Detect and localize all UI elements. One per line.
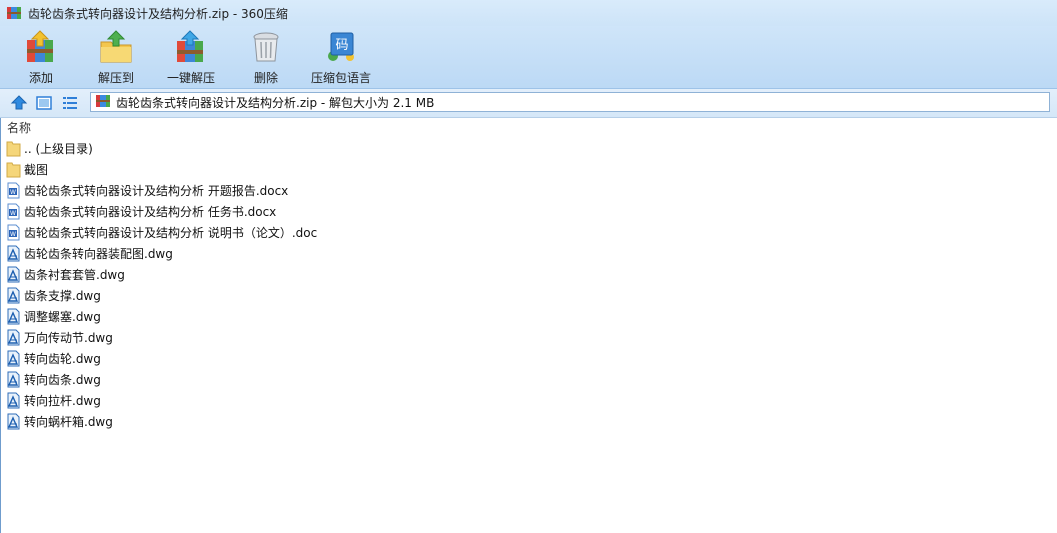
folder-icon bbox=[6, 140, 21, 157]
column-header-name[interactable]: 名称 bbox=[1, 118, 1057, 138]
list-item[interactable]: 截图 bbox=[1, 159, 1057, 180]
file-list: 名称 .. (上级目录) 截图 W 齿轮齿条式转向器设计及结构分析 开题报告.docx… bbox=[0, 118, 1057, 533]
dwg-file-icon bbox=[6, 329, 21, 346]
folder-icon bbox=[6, 161, 21, 178]
list-item[interactable]: 万向传动节.dwg bbox=[1, 327, 1057, 348]
list-item-name: .. (上级目录) bbox=[24, 142, 93, 156]
list-item[interactable]: 齿条支撑.dwg bbox=[1, 285, 1057, 306]
zip-archive-icon bbox=[95, 94, 111, 111]
title-bar: 齿轮齿条式转向器设计及结构分析.zip - 360压缩 bbox=[0, 0, 1057, 26]
list-item[interactable]: 转向拉杆.dwg bbox=[1, 390, 1057, 411]
list-item[interactable]: 调整螺塞.dwg bbox=[1, 306, 1057, 327]
list-item-name: 齿轮齿条式转向器设计及结构分析 开题报告.docx bbox=[24, 184, 289, 198]
list-item-name: 截图 bbox=[24, 163, 49, 177]
add-button[interactable]: 添加 bbox=[3, 28, 79, 86]
word-document-icon: W bbox=[6, 224, 21, 241]
list-item-name: 齿条衬套套管.dwg bbox=[24, 268, 125, 282]
dwg-file-icon bbox=[6, 392, 21, 409]
dwg-file-icon bbox=[6, 245, 21, 262]
list-item[interactable]: W 齿轮齿条式转向器设计及结构分析 任务书.docx bbox=[1, 201, 1057, 222]
list-item[interactable]: 转向齿条.dwg bbox=[1, 369, 1057, 390]
one-click-extract-button[interactable]: 一键解压 bbox=[153, 28, 229, 86]
one-click-extract-label: 一键解压 bbox=[166, 71, 215, 85]
delete-button[interactable]: 删除 bbox=[228, 28, 304, 86]
word-document-icon: W bbox=[6, 182, 21, 199]
svg-text:W: W bbox=[10, 189, 16, 196]
list-item[interactable]: W 齿轮齿条式转向器设计及结构分析 开题报告.docx bbox=[1, 180, 1057, 201]
list-item-name: 齿轮齿条转向器装配图.dwg bbox=[24, 247, 173, 261]
list-item[interactable]: 转向齿轮.dwg bbox=[1, 348, 1057, 369]
list-item-name: 齿轮齿条式转向器设计及结构分析 说明书（论文）.doc bbox=[24, 226, 318, 240]
list-item-name: 调整螺塞.dwg bbox=[24, 310, 101, 324]
list-item-name: 齿轮齿条式转向器设计及结构分析 任务书.docx bbox=[24, 205, 277, 219]
encoding-label: 压缩包语言 bbox=[310, 71, 371, 85]
delete-label: 删除 bbox=[253, 71, 278, 85]
add-archive-icon bbox=[27, 30, 53, 62]
list-item-name: 万向传动节.dwg bbox=[24, 331, 113, 345]
svg-text:W: W bbox=[10, 231, 16, 238]
list-item[interactable]: .. (上级目录) bbox=[1, 138, 1057, 159]
file-rows: .. (上级目录) 截图 W 齿轮齿条式转向器设计及结构分析 开题报告.docx W 齿轮… bbox=[1, 138, 1057, 432]
svg-text:W: W bbox=[10, 210, 16, 217]
list-item[interactable]: 齿条衬套套管.dwg bbox=[1, 264, 1057, 285]
dwg-file-icon bbox=[6, 371, 21, 388]
archive-encoding-button[interactable]: 码 压缩包语言 bbox=[303, 28, 379, 86]
list-view-icon[interactable] bbox=[61, 94, 79, 112]
encoding-icon-text: 码 bbox=[335, 38, 348, 53]
list-item[interactable]: W 齿轮齿条式转向器设计及结构分析 说明书（论文）.doc bbox=[1, 222, 1057, 243]
list-item-name: 转向齿轮.dwg bbox=[24, 352, 101, 366]
path-text: 齿轮齿条式转向器设计及结构分析.zip - 解包大小为 2.1 MB bbox=[116, 95, 435, 110]
toolbar: 添加 解压到 一键解压 删除 码 压缩包语言 bbox=[0, 26, 1057, 89]
list-item[interactable]: 转向蜗杆箱.dwg bbox=[1, 411, 1057, 432]
dwg-file-icon bbox=[6, 308, 21, 325]
archive-app-icon bbox=[6, 5, 22, 21]
list-item-name: 转向蜗杆箱.dwg bbox=[24, 415, 113, 429]
extract-folder-icon bbox=[100, 30, 132, 63]
dwg-file-icon bbox=[6, 350, 21, 367]
extract-to-button[interactable]: 解压到 bbox=[78, 28, 154, 86]
list-item-name: 转向齿条.dwg bbox=[24, 373, 101, 387]
list-item-name: 转向拉杆.dwg bbox=[24, 394, 101, 408]
trash-icon bbox=[253, 32, 279, 62]
dwg-file-icon bbox=[6, 413, 21, 430]
list-item[interactable]: 齿轮齿条转向器装配图.dwg bbox=[1, 243, 1057, 264]
encoding-icon: 码 bbox=[328, 32, 354, 61]
window-title: 齿轮齿条式转向器设计及结构分析.zip - 360压缩 bbox=[28, 6, 288, 21]
address-bar: 齿轮齿条式转向器设计及结构分析.zip - 解包大小为 2.1 MB bbox=[0, 89, 1057, 118]
add-label: 添加 bbox=[28, 71, 53, 85]
thumbnail-view-icon[interactable] bbox=[35, 94, 53, 112]
list-item-name: 齿条支撑.dwg bbox=[24, 289, 101, 303]
up-arrow-icon[interactable] bbox=[10, 94, 28, 112]
dwg-file-icon bbox=[6, 266, 21, 283]
word-document-icon: W bbox=[6, 203, 21, 220]
dwg-file-icon bbox=[6, 287, 21, 304]
extract-to-label: 解压到 bbox=[97, 71, 134, 85]
path-field[interactable]: 齿轮齿条式转向器设计及结构分析.zip - 解包大小为 2.1 MB bbox=[90, 92, 1050, 112]
one-click-extract-icon bbox=[177, 30, 203, 62]
